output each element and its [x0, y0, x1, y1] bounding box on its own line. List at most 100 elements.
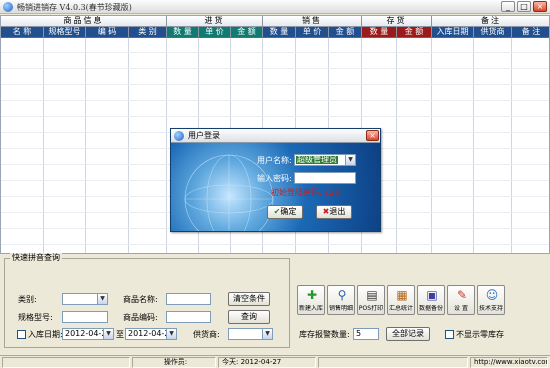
login-exit-label: 退出	[329, 207, 346, 216]
data-backup-button[interactable]: ▣ 数据备份	[417, 285, 445, 315]
grid-line	[1, 100, 549, 101]
summary-stats-button[interactable]: ▦ 汇总统计	[387, 285, 415, 315]
sales-detail-label: 销售明细	[328, 305, 353, 312]
username-label: 用户名称:	[257, 156, 292, 165]
grid-line	[43, 38, 44, 253]
column-header-purchase-qty[interactable]: 数 量	[167, 27, 199, 38]
disk-icon: ▣	[426, 288, 438, 302]
column-header-stock-qty[interactable]: 数 量	[362, 27, 397, 38]
supplier-label: 供货商:	[193, 330, 220, 339]
operator-label: 操作员:	[132, 357, 216, 368]
stock-alarm-label: 库存报警数量:	[299, 330, 350, 339]
plus-icon: ✚	[306, 288, 318, 302]
status-bar: 操作员: 今天: 2012-04-27 http://www.xiaotv.co…	[0, 355, 550, 368]
product-code-input[interactable]	[166, 311, 211, 323]
stock-alarm-input[interactable]: 5	[353, 328, 379, 340]
column-header-stock-date[interactable]: 入库日期	[432, 27, 474, 38]
app-logo-icon	[174, 131, 184, 141]
username-value: 超级管理员	[296, 155, 338, 164]
column-header-name[interactable]: 名 称	[1, 27, 44, 38]
login-dialog-body: 用户名称: 超级管理员 ▼ 输入密码: 初始登陆密码: 123 ✔确定 ✖退出	[171, 143, 380, 231]
spec-label: 规格型号:	[18, 313, 53, 322]
minimize-button[interactable]: _	[501, 1, 515, 12]
username-select[interactable]: 超级管理员 ▼	[294, 154, 356, 166]
grid-line	[396, 38, 397, 253]
grid-line	[1, 84, 549, 85]
pos-print-button[interactable]: ▤ POS打印	[357, 285, 385, 315]
status-cell-empty	[318, 357, 468, 368]
login-close-button[interactable]: ×	[366, 130, 379, 141]
tech-support-label: 技术支持	[478, 305, 503, 312]
login-ok-button[interactable]: ✔确定	[267, 205, 303, 219]
printer-icon: ▤	[366, 288, 378, 302]
chevron-down-icon[interactable]: ▼	[166, 329, 176, 339]
chevron-down-icon[interactable]: ▼	[345, 155, 355, 165]
data-backup-label: 数据备份	[418, 305, 443, 312]
tech-support-button[interactable]: ☺ 技术支持	[477, 285, 505, 315]
status-cell-empty	[2, 357, 130, 368]
grid-line	[85, 38, 86, 253]
query-button[interactable]: 查询	[228, 310, 270, 324]
product-code-label: 商品编码:	[123, 313, 158, 322]
grid-line	[511, 38, 512, 253]
column-header-sales-amount[interactable]: 金 额	[329, 27, 362, 38]
login-dialog-title: 用户登录	[188, 131, 220, 140]
wrench-icon: ✎	[456, 288, 468, 302]
grid-line	[1, 116, 549, 117]
product-name-label: 商品名称:	[123, 295, 158, 304]
date-from-picker[interactable]: 2012-04-27 ▼	[62, 328, 114, 340]
column-header-purchase-amount[interactable]: 金 额	[231, 27, 263, 38]
column-header-purchase-price[interactable]: 单 价	[199, 27, 231, 38]
clear-conditions-button[interactable]: 清空条件	[228, 292, 270, 306]
app-logo-icon	[3, 2, 13, 12]
date-to-picker[interactable]: 2012-04-27 ▼	[125, 328, 177, 340]
chevron-down-icon[interactable]: ▼	[262, 329, 272, 339]
website-link[interactable]: http://www.xiaotv.com	[470, 357, 548, 368]
group-header-purchase: 进货	[167, 16, 263, 27]
chevron-down-icon[interactable]: ▼	[97, 294, 107, 304]
password-input[interactable]	[294, 172, 356, 184]
chevron-down-icon[interactable]: ▼	[103, 329, 113, 339]
new-stock-in-button[interactable]: ✚ 新建入库	[297, 285, 325, 315]
grid-line	[166, 38, 167, 253]
stock-date-checkbox[interactable]	[17, 330, 26, 339]
close-button[interactable]: ×	[533, 1, 547, 12]
new-stock-in-label: 新建入库	[298, 305, 323, 312]
column-header-category[interactable]: 类 别	[129, 27, 167, 38]
column-header-sales-qty[interactable]: 数 量	[263, 27, 296, 38]
initial-password-hint: 初始登陆密码: 123	[271, 188, 340, 197]
column-header-sales-price[interactable]: 单 价	[296, 27, 329, 38]
column-header-spec[interactable]: 规格型号	[44, 27, 86, 38]
login-dialog-titlebar: 用户登录 ×	[171, 129, 380, 143]
login-dialog: 用户登录 × 用户名称: 超级管理员 ▼ 输入密码: 初始登陆密码: 123 ✔…	[170, 128, 381, 232]
grid-line	[1, 52, 549, 53]
supplier-select[interactable]: ▼	[228, 328, 273, 340]
column-header-stock-amount[interactable]: 金 额	[397, 27, 432, 38]
column-header-supplier[interactable]: 供货商	[474, 27, 512, 38]
login-exit-button[interactable]: ✖退出	[316, 205, 352, 219]
category-select[interactable]: ▼	[62, 293, 108, 305]
maximize-button[interactable]: □	[517, 1, 531, 12]
login-ok-label: 确定	[280, 207, 297, 216]
password-label: 输入密码:	[257, 174, 292, 183]
sales-detail-button[interactable]: ⚲ 销售明细	[327, 285, 355, 315]
hide-zero-stock-checkbox[interactable]	[445, 330, 454, 339]
category-label: 类别:	[18, 295, 37, 304]
product-name-input[interactable]	[166, 293, 211, 305]
settings-button[interactable]: ✎ 设 置	[447, 285, 475, 315]
column-header-remarks[interactable]: 备 注	[512, 27, 549, 38]
stock-date-label: 入库日期:	[28, 330, 63, 339]
group-header-remarks: 备注	[432, 16, 549, 27]
date-to-label: 至	[116, 330, 124, 339]
summary-stats-label: 汇总统计	[388, 305, 413, 312]
window-titlebar: 畅销进销存 V4.0.3(春节珍藏版) _ □ ×	[0, 0, 550, 14]
support-icon: ☺	[485, 288, 499, 302]
group-header-product: 商品信息	[1, 16, 167, 27]
grid-line	[473, 38, 474, 253]
all-records-button[interactable]: 全部记录	[386, 327, 430, 341]
column-header-code[interactable]: 编 码	[86, 27, 129, 38]
grid-line	[1, 68, 549, 69]
today-date: 今天: 2012-04-27	[218, 357, 316, 368]
settings-label: 设 置	[454, 305, 468, 312]
spec-input[interactable]	[62, 311, 108, 323]
